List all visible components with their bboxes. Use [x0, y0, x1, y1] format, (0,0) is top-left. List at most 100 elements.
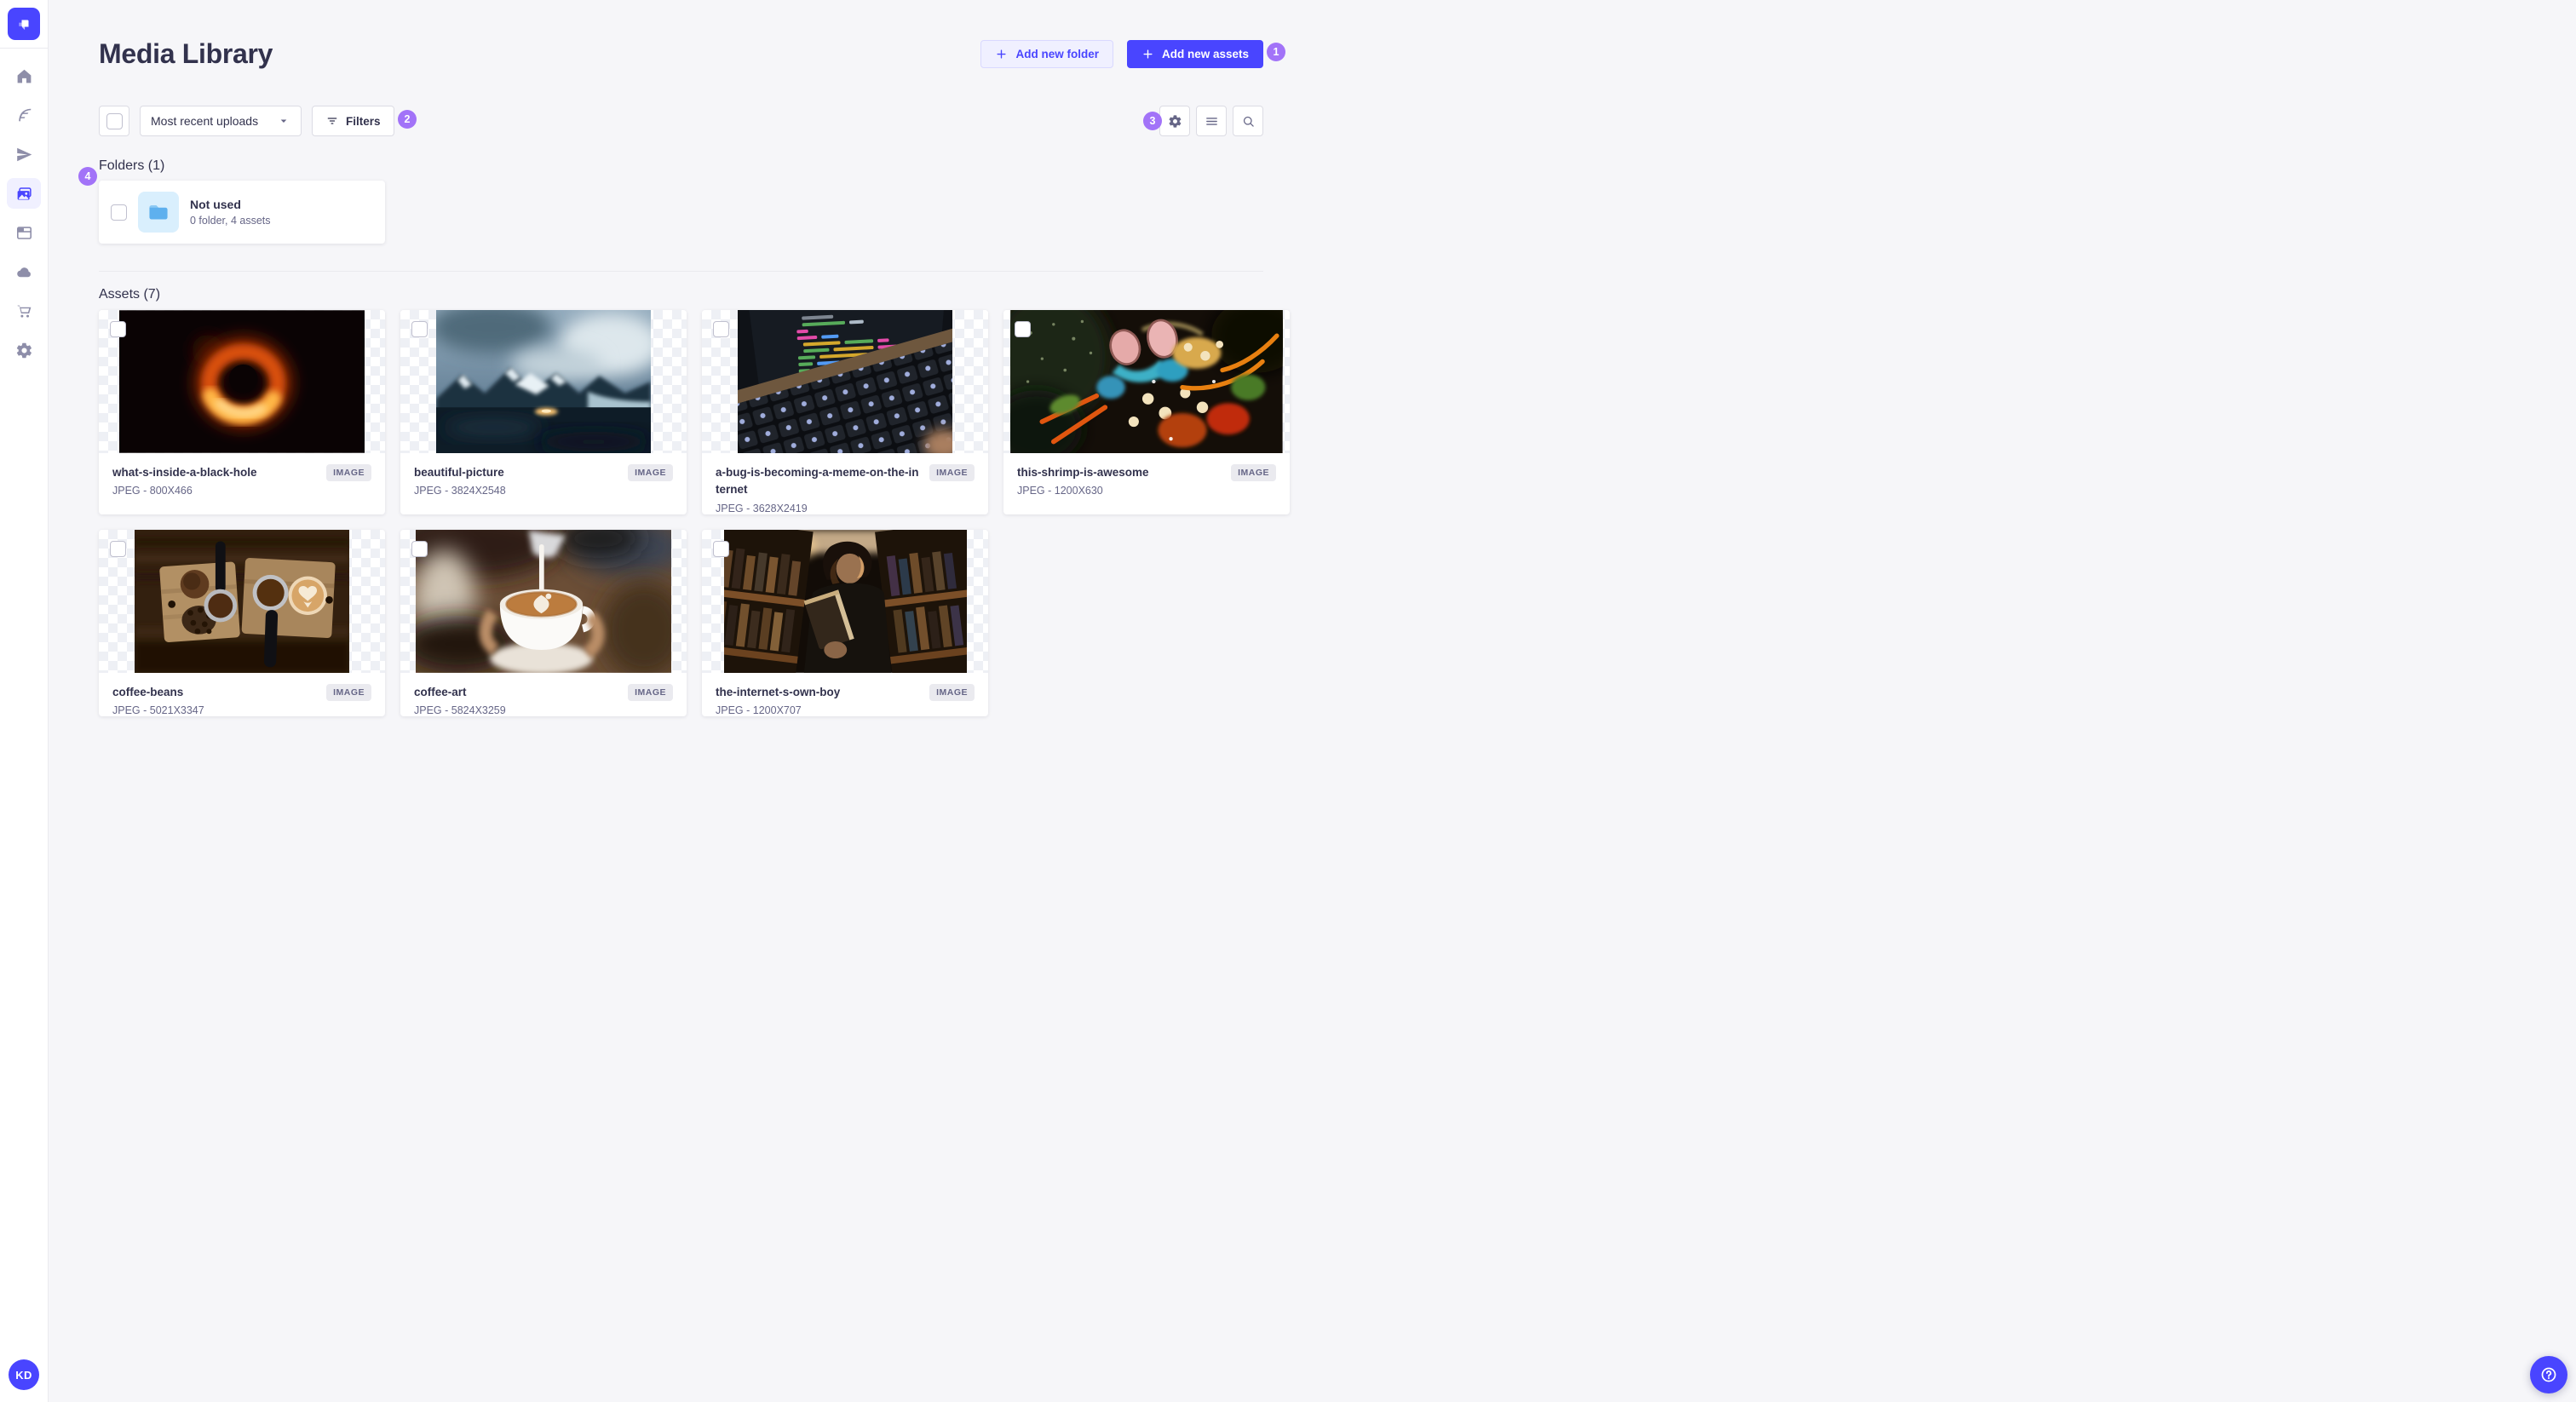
- asset-meta: JPEG - 800X466: [112, 485, 193, 497]
- asset-title: the-internet-s-own-boy: [716, 685, 841, 698]
- asset-title: what-s-inside-a-black-hole: [112, 466, 257, 479]
- section-divider: [99, 271, 1263, 272]
- filter-icon: [327, 118, 337, 124]
- media-library-icon: [17, 187, 32, 199]
- asset-meta: JPEG - 5824X3259: [414, 704, 506, 716]
- folder-card[interactable]: Not used 0 folder, 4 assets: [99, 181, 385, 244]
- assets-heading: Assets (7): [99, 287, 161, 302]
- mountains-image: [436, 310, 651, 453]
- assets-grid-row-1: what-s-inside-a-black-hole JPEG - 800X46…: [99, 310, 1290, 514]
- asset-meta: JPEG - 1200X630: [1017, 485, 1103, 497]
- asset-type-badge: IMAGE: [628, 683, 673, 701]
- asset-checkbox[interactable]: [411, 321, 428, 337]
- asset-checkbox[interactable]: [713, 321, 729, 337]
- asset-card-black-hole[interactable]: what-s-inside-a-black-hole JPEG - 800X46…: [99, 310, 385, 514]
- assets-grid-row-2: coffee-beans JPEG - 5021X3347 IMAGE coff…: [99, 529, 1263, 716]
- laptop-code-image: [738, 310, 952, 453]
- asset-thumbnail: [702, 310, 988, 453]
- folder-checkbox[interactable]: [111, 204, 127, 221]
- asset-card-internet-boy[interactable]: the-internet-s-own-boy JPEG - 1200X707 I…: [702, 529, 988, 716]
- asset-thumbnail: [702, 529, 988, 673]
- asset-checkbox[interactable]: [713, 540, 729, 557]
- asset-type-badge: IMAGE: [326, 683, 371, 701]
- add-new-assets-button[interactable]: Add new assets: [1126, 40, 1263, 68]
- folder-icon: [149, 205, 168, 220]
- toolbar: Most recent uploads Filters: [99, 106, 1263, 136]
- asset-thumbnail: [1003, 310, 1290, 453]
- sidebar-item-content-manager[interactable]: [7, 100, 41, 130]
- coffee-beans-image: [135, 529, 349, 673]
- asset-card-shrimp[interactable]: this-shrimp-is-awesome JPEG - 1200X630 I…: [1003, 310, 1290, 514]
- asset-checkbox[interactable]: [110, 540, 126, 557]
- filters-label: Filters: [346, 114, 381, 128]
- sidebar-item-releases[interactable]: [7, 139, 41, 170]
- user-avatar[interactable]: KD: [9, 1359, 39, 1390]
- sort-select[interactable]: Most recent uploads: [140, 106, 302, 136]
- asset-info: the-internet-s-own-boy JPEG - 1200X707 I…: [702, 673, 988, 716]
- annotation-badge-4: 4: [78, 167, 97, 186]
- sidebar-item-home[interactable]: [7, 60, 41, 91]
- sidebar-item-deploy[interactable]: [7, 256, 41, 287]
- filters-button[interactable]: Filters: [312, 106, 394, 136]
- asset-thumbnail: [99, 310, 385, 453]
- mantis-shrimp-image: [1010, 310, 1283, 453]
- folder-texts: Not used 0 folder, 4 assets: [190, 198, 271, 227]
- feather-icon: [18, 108, 31, 121]
- add-new-folder-label: Add new folder: [1015, 48, 1099, 60]
- asset-meta: JPEG - 1200X707: [716, 704, 802, 716]
- cart-icon: [17, 305, 31, 318]
- asset-info: coffee-beans JPEG - 5021X3347 IMAGE: [99, 673, 385, 716]
- help-button[interactable]: [2530, 1356, 2567, 1393]
- list-icon: [1205, 117, 1217, 125]
- asset-meta: JPEG - 5021X3347: [112, 704, 204, 716]
- search-icon: [1243, 116, 1254, 127]
- strapi-logo[interactable]: [8, 8, 40, 40]
- asset-thumbnail: [400, 529, 687, 673]
- cloud-icon: [16, 267, 31, 277]
- grid-settings-button[interactable]: [1159, 106, 1190, 136]
- sidebar-nav: [7, 60, 41, 365]
- asset-card-coffee-art[interactable]: coffee-art JPEG - 5824X3259 IMAGE: [400, 529, 687, 716]
- search-button[interactable]: [1233, 106, 1263, 136]
- asset-info: beautiful-picture JPEG - 3824X2548 IMAGE: [400, 453, 687, 497]
- header-actions: Add new folder Add new assets: [980, 40, 1263, 68]
- sidebar-item-marketplace[interactable]: [7, 296, 41, 326]
- sidebar-item-settings[interactable]: [7, 335, 41, 365]
- view-controls: [1159, 106, 1263, 136]
- asset-thumbnail: [99, 529, 385, 673]
- plus-icon: [1143, 49, 1153, 59]
- asset-card-coffee-beans[interactable]: coffee-beans JPEG - 5021X3347 IMAGE: [99, 529, 385, 716]
- add-new-folder-button[interactable]: Add new folder: [980, 40, 1113, 68]
- asset-checkbox[interactable]: [110, 321, 126, 337]
- asset-meta: JPEG - 3628X2419: [716, 502, 808, 514]
- asset-type-badge: IMAGE: [1231, 464, 1276, 481]
- asset-checkbox[interactable]: [411, 540, 428, 557]
- folders-heading: Folders (1): [99, 158, 165, 173]
- sidebar-item-media-library[interactable]: [7, 178, 41, 209]
- settings-icon: [16, 342, 32, 358]
- strapi-logo-glyph: [19, 20, 29, 31]
- list-view-button[interactable]: [1196, 106, 1227, 136]
- sidebar: KD: [0, 0, 49, 1402]
- annotation-badge-3: 3: [1143, 112, 1162, 130]
- logo-container: [0, 0, 48, 49]
- asset-info: coffee-art JPEG - 5824X3259 IMAGE: [400, 673, 687, 716]
- asset-info: a-bug-is-becoming-a-meme-on-the-internet…: [702, 453, 988, 514]
- settings-icon: [1168, 114, 1181, 128]
- select-all-button[interactable]: [99, 106, 129, 136]
- asset-title: this-shrimp-is-awesome: [1017, 466, 1149, 479]
- add-new-assets-label: Add new assets: [1161, 48, 1249, 60]
- asset-title: coffee-art: [414, 685, 467, 698]
- annotation-badge-2: 2: [398, 110, 417, 129]
- asset-info: what-s-inside-a-black-hole JPEG - 800X46…: [99, 453, 385, 497]
- sidebar-item-content-type-builder[interactable]: [7, 217, 41, 248]
- asset-type-badge: IMAGE: [326, 464, 371, 481]
- asset-card-bug-meme[interactable]: a-bug-is-becoming-a-meme-on-the-internet…: [702, 310, 988, 514]
- asset-card-beautiful-picture[interactable]: beautiful-picture JPEG - 3824X2548 IMAGE: [400, 310, 687, 514]
- select-all-checkbox[interactable]: [106, 112, 123, 129]
- asset-type-badge: IMAGE: [929, 683, 975, 701]
- asset-checkbox[interactable]: [1015, 321, 1031, 337]
- asset-info: this-shrimp-is-awesome JPEG - 1200X630 I…: [1003, 453, 1290, 497]
- asset-title: coffee-beans: [112, 685, 184, 698]
- chevron-down-icon: [280, 119, 287, 123]
